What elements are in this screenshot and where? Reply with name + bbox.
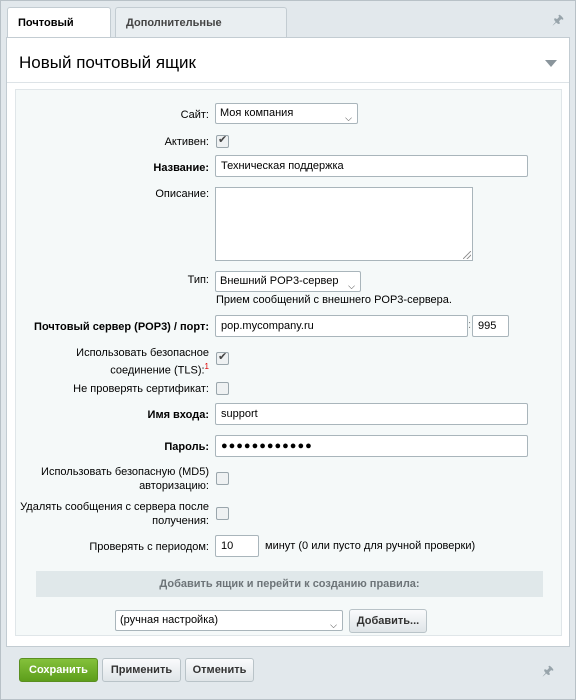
md5-label: Использовать безопасную (MD5) авторизаци… [41, 466, 209, 492]
name-field[interactable]: Техническая поддержка [215, 155, 528, 177]
rule-section-header: Добавить ящик и перейти к созданию прави… [36, 571, 543, 597]
save-button[interactable]: Сохранить [19, 658, 98, 682]
resize-grip-icon[interactable] [463, 251, 471, 259]
port-separator: : [468, 319, 472, 331]
server-host-field[interactable]: pop.mycompany.ru [215, 315, 468, 337]
rule-select-value: (ручная настройка) [120, 614, 219, 626]
no-cert-check-label: Не проверять сертификат: [73, 383, 209, 395]
server-port-field[interactable]: 995 [472, 315, 509, 337]
description-label: Описание: [155, 188, 209, 200]
tls-footnote: 1 [204, 362, 209, 371]
window-frame: Почтовый ящик Дополнительные настройки 🖈… [0, 0, 576, 700]
md5-checkbox[interactable] [216, 472, 229, 485]
password-field[interactable]: ●●●●●●●●●●●● [215, 435, 528, 457]
site-label: Сайт: [180, 109, 209, 121]
chevron-down-icon: ⌵ [330, 620, 337, 630]
description-textarea[interactable] [215, 187, 473, 261]
tab-mailbox[interactable]: Почтовый ящик [7, 7, 111, 59]
tab-advanced-settings[interactable]: Дополнительные настройки [115, 7, 287, 59]
mailbox-panel: Новый почтовый ящик Сайт: Моя компания ⌵… [6, 37, 570, 647]
rule-select[interactable]: (ручная настройка) ⌵ [115, 610, 343, 631]
pin-icon[interactable]: 🖈 [542, 664, 554, 678]
checkmark-icon: ✔ [218, 351, 228, 363]
server-label: Почтовый сервер (POP3) / порт: [34, 321, 209, 333]
collapse-icon[interactable] [545, 60, 557, 67]
type-select[interactable]: Внешний POP3-сервер ⌵ [215, 271, 361, 292]
type-label: Тип: [187, 274, 209, 286]
page-title: Новый почтовый ящик [19, 53, 196, 72]
no-cert-check-checkbox[interactable] [216, 382, 229, 395]
delete-after-checkbox[interactable] [216, 507, 229, 520]
site-select-value: Моя компания [220, 107, 294, 119]
site-select[interactable]: Моя компания ⌵ [215, 103, 358, 124]
chevron-down-icon: ⌵ [345, 113, 352, 123]
tab-bar: Почтовый ящик Дополнительные настройки 🖈 [1, 1, 575, 59]
pin-icon[interactable]: 🖈 [552, 13, 564, 27]
checkmark-icon: ✔ [218, 134, 228, 146]
login-field[interactable]: support [215, 403, 528, 425]
type-select-value: Внешний POP3-сервер [220, 275, 339, 287]
type-note: Прием сообщений с внешнего POP3-сервера. [216, 294, 452, 306]
tls-label: Использовать безопасное соединение (TLS)… [19, 346, 209, 378]
add-rule-button[interactable]: Добавить... [349, 609, 427, 633]
period-label: Проверять с периодом: [89, 541, 209, 553]
tls-label-text: Использовать безопасное соединение (TLS)… [76, 347, 209, 377]
tls-checkbox[interactable]: ✔ [216, 351, 229, 365]
active-label: Активен: [164, 136, 209, 148]
divider [7, 82, 569, 83]
apply-button[interactable]: Применить [102, 658, 181, 682]
period-note: минут (0 или пусто для ручной проверки) [265, 540, 476, 552]
login-label: Имя входа: [147, 409, 209, 421]
active-checkbox[interactable]: ✔ [216, 134, 229, 148]
form-area: Сайт: Моя компания ⌵ Активен: ✔ Название… [15, 89, 562, 636]
cancel-button[interactable]: Отменить [185, 658, 254, 682]
name-label: Название: [153, 162, 209, 174]
password-label: Пароль: [164, 441, 209, 453]
period-field[interactable]: 10 [215, 535, 259, 557]
delete-after-label: Удалять сообщения с сервера после получе… [20, 501, 209, 527]
